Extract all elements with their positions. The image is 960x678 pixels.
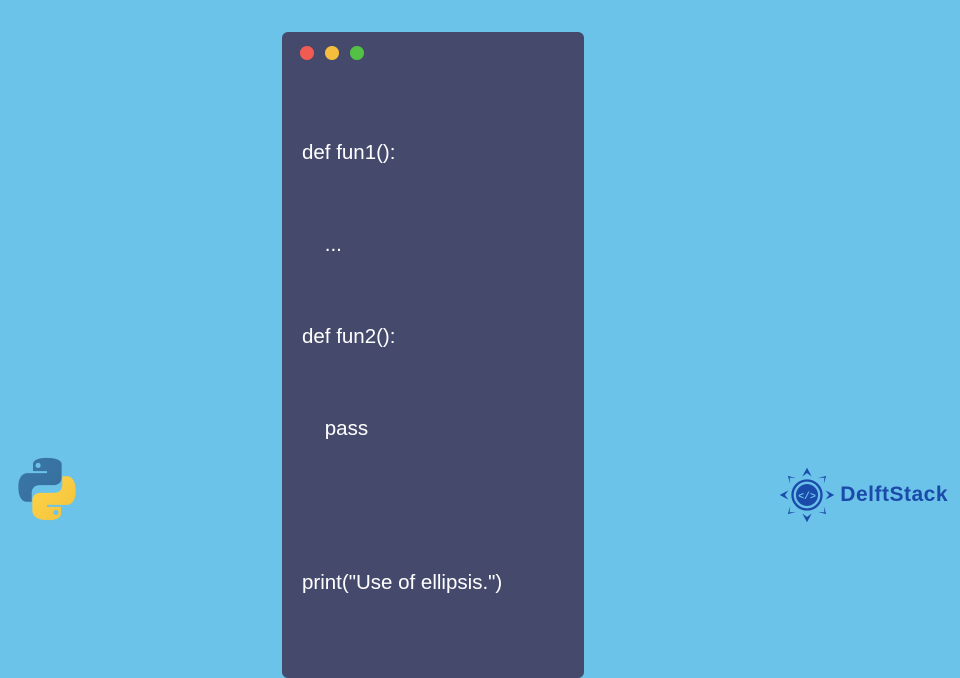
minimize-dot-icon [325, 46, 339, 60]
code-line: ... [302, 230, 564, 261]
close-dot-icon [300, 46, 314, 60]
delftstack-logo-icon: </> [778, 466, 836, 524]
code-line: pass [302, 414, 564, 445]
python-logo-icon [12, 454, 82, 524]
svg-text:</>: </> [798, 491, 816, 502]
code-line: print("Use of ellipsis.") [302, 568, 564, 599]
code-line: def fun2(): [302, 322, 564, 353]
window-traffic-lights [282, 32, 584, 70]
delftstack-badge: </> DelftStack [778, 466, 948, 524]
code-window: def fun1(): ... def fun2(): pass print("… [282, 32, 584, 678]
maximize-dot-icon [350, 46, 364, 60]
code-line: def fun1(): [302, 138, 564, 169]
delftstack-brand-text: DelftStack [840, 483, 948, 507]
code-body: def fun1(): ... def fun2(): pass print("… [282, 70, 584, 660]
